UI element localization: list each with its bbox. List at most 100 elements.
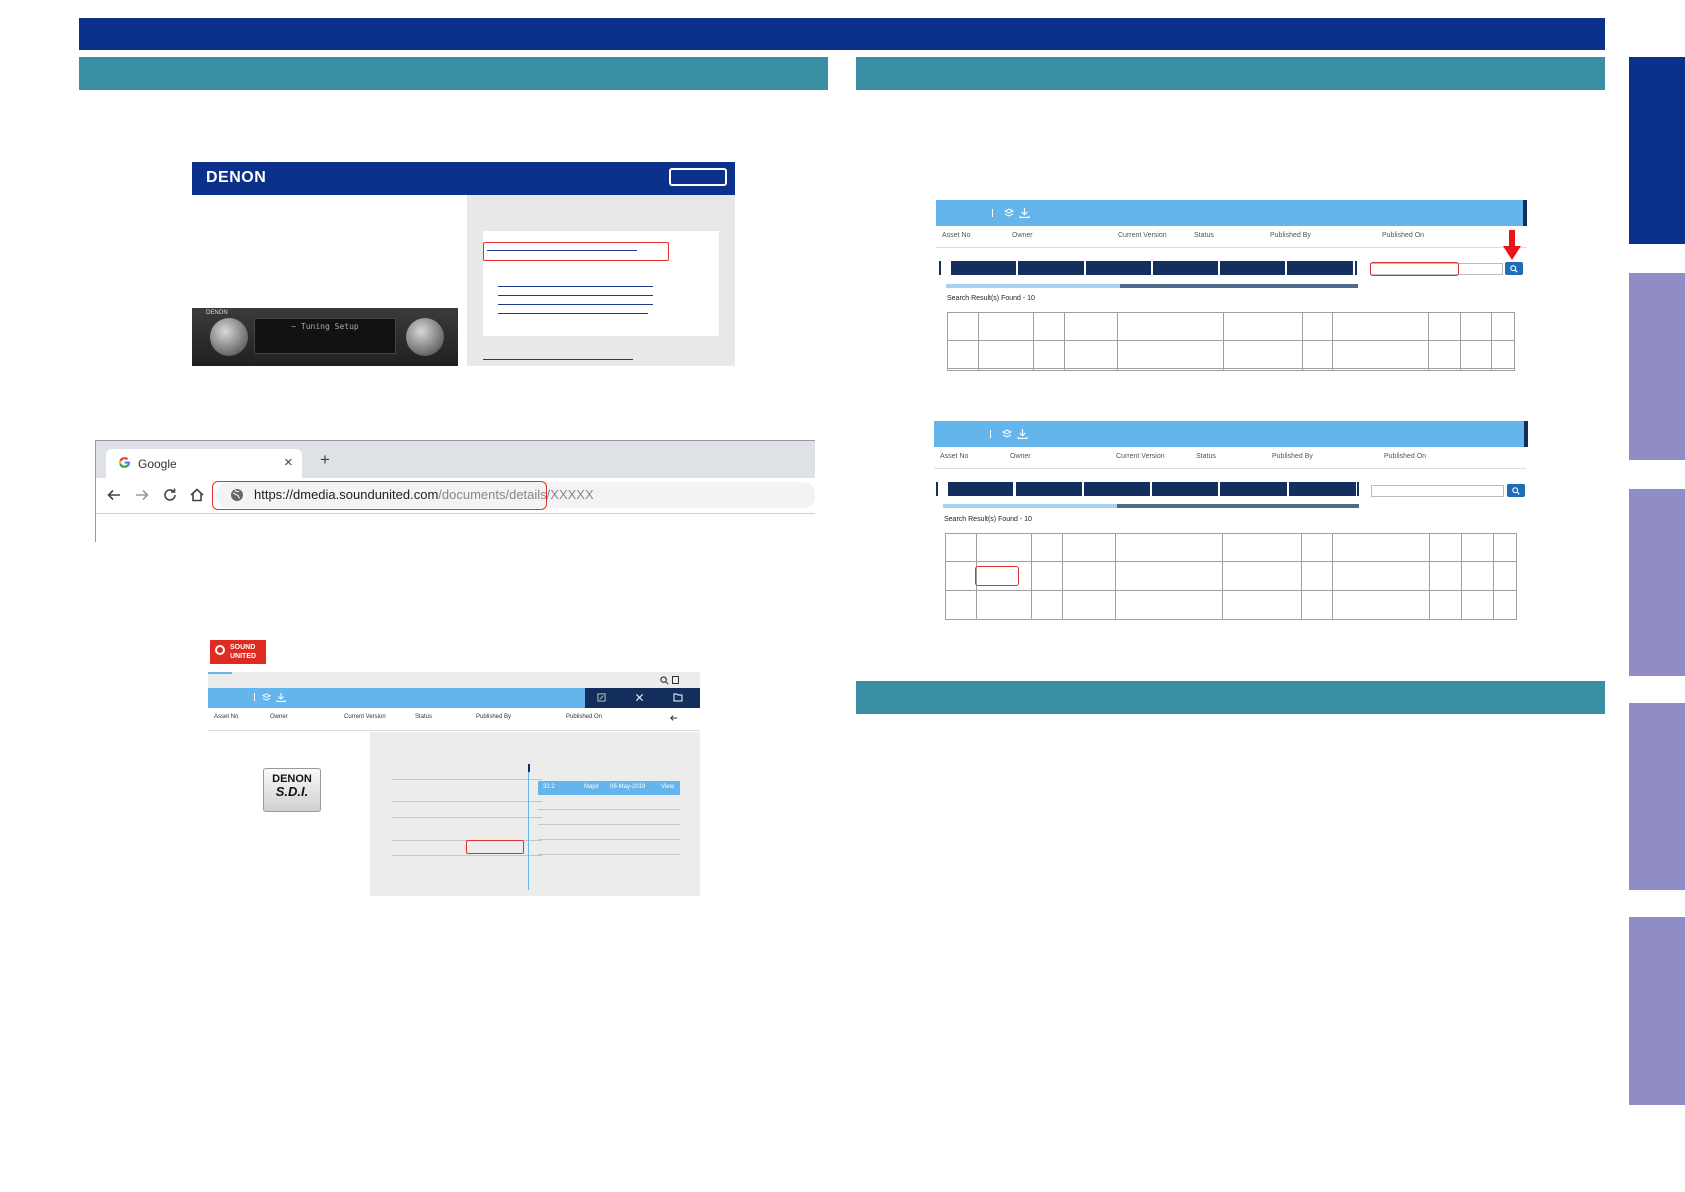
home-icon[interactable] bbox=[189, 487, 205, 503]
side-tab-3[interactable] bbox=[1629, 489, 1685, 676]
dm-top-nav-3[interactable] bbox=[1086, 261, 1151, 275]
receiver-display-text: ~ Tuning Setup bbox=[291, 322, 359, 331]
dm-bottom-nav-1[interactable] bbox=[948, 482, 1013, 496]
dm-top-col-current-version: Current Version bbox=[1118, 232, 1167, 239]
dm-bottom-progress-dark bbox=[1117, 504, 1359, 508]
google-icon bbox=[118, 457, 130, 468]
denon-header-button[interactable] bbox=[669, 168, 727, 186]
dm-top-title-bar bbox=[936, 200, 1523, 226]
dm-bottom-search-button[interactable] bbox=[1507, 484, 1525, 497]
highlight-box bbox=[483, 242, 669, 261]
search-input-highlight-box bbox=[1370, 262, 1459, 276]
document-link-1[interactable] bbox=[498, 286, 653, 287]
dm-bottom-nav-5[interactable] bbox=[1220, 482, 1287, 496]
dm-top-bar-edge bbox=[1523, 200, 1527, 226]
search-icon[interactable] bbox=[660, 676, 669, 685]
dm-bottom-col-status: Status bbox=[1196, 453, 1216, 460]
document-link-2[interactable] bbox=[498, 295, 653, 296]
folder-icon[interactable] bbox=[673, 693, 683, 702]
side-tab-1[interactable] bbox=[1629, 57, 1685, 244]
su-detail-panel bbox=[370, 732, 700, 896]
sound-united-logo: SOUND UNITED bbox=[210, 640, 266, 664]
dm-bottom-progress-light bbox=[943, 504, 1117, 508]
new-tab-button[interactable]: + bbox=[320, 450, 330, 470]
dm-top-bar-separator bbox=[992, 209, 993, 217]
su-active-tab-indicator bbox=[208, 672, 232, 674]
detail-line-3 bbox=[392, 817, 542, 818]
denon-support-panel bbox=[467, 195, 735, 366]
su-col-current-version: Current Version bbox=[344, 714, 386, 720]
download-icon[interactable] bbox=[1019, 207, 1030, 218]
section-header-right bbox=[856, 57, 1605, 90]
dm-top-col-published-on: Published On bbox=[1382, 232, 1425, 239]
dm-bottom-nav-4[interactable] bbox=[1152, 482, 1218, 496]
document-link-4[interactable] bbox=[498, 313, 648, 314]
logo-line-2: UNITED bbox=[230, 653, 257, 660]
dm-top-progress-light bbox=[946, 284, 1120, 288]
layers-icon[interactable] bbox=[1004, 208, 1014, 218]
dm-bottom-results-table bbox=[945, 533, 1517, 620]
dm-bottom-nav-2[interactable] bbox=[1016, 482, 1082, 496]
dm-bottom-col-current-version: Current Version bbox=[1116, 453, 1165, 460]
dm-bottom-nav-end bbox=[1357, 482, 1359, 496]
su-column-headers: Asset No Owner Current Version Status Pu… bbox=[208, 710, 700, 730]
dm-top-progress-dark bbox=[1120, 284, 1358, 288]
section-header-right-lower bbox=[856, 681, 1605, 714]
version-line-2 bbox=[538, 824, 680, 825]
download-icon[interactable] bbox=[1017, 428, 1028, 439]
su-top-strip bbox=[208, 672, 700, 688]
dm-bottom-nav-3[interactable] bbox=[1084, 482, 1150, 496]
back-icon[interactable] bbox=[106, 487, 122, 503]
side-tab-4[interactable] bbox=[1629, 703, 1685, 890]
back-arrow-icon[interactable] bbox=[670, 714, 678, 722]
su-filter-icon[interactable] bbox=[672, 676, 679, 684]
dm-top-nav-4[interactable] bbox=[1153, 261, 1218, 275]
reload-icon[interactable] bbox=[162, 487, 178, 503]
dm-top-search-button[interactable] bbox=[1505, 262, 1523, 275]
denon-site-header: DENON bbox=[192, 162, 735, 195]
dm-top-nav-2[interactable] bbox=[1018, 261, 1084, 275]
version-row[interactable]: 32.2 Major 06-May-2019 View bbox=[538, 781, 680, 795]
asset-link-highlight-box bbox=[975, 566, 1019, 586]
url-highlight-box bbox=[212, 481, 547, 510]
detail-line-2 bbox=[392, 801, 542, 802]
dm-top-nav-6[interactable] bbox=[1287, 261, 1353, 275]
version-date: 06-May-2019 bbox=[610, 784, 646, 790]
browser-tab[interactable]: Google × bbox=[106, 449, 302, 478]
side-tab-2[interactable] bbox=[1629, 273, 1685, 460]
version-view-link[interactable]: View bbox=[661, 784, 674, 790]
layers-icon[interactable] bbox=[1002, 429, 1012, 439]
receiver-left-knob bbox=[210, 318, 248, 356]
dm-bottom-col-asset-no: Asset No bbox=[940, 453, 969, 460]
top-header-bar bbox=[79, 18, 1605, 50]
su-col-asset-no: Asset No bbox=[214, 714, 239, 720]
dm-bottom-search-input[interactable] bbox=[1371, 485, 1504, 497]
logo-line-1: SOUND bbox=[230, 644, 256, 651]
dm-top-nav-5[interactable] bbox=[1220, 261, 1285, 275]
dm-bottom-bar-edge bbox=[1524, 421, 1528, 447]
dm-bottom-nav-6[interactable] bbox=[1289, 482, 1356, 496]
su-col-status: Status bbox=[415, 714, 433, 720]
su-col-published-on: Published On bbox=[566, 714, 603, 720]
dm-bottom-results-count: Search Result(s) Found - 10 bbox=[944, 516, 1032, 523]
su-col-owner: Owner bbox=[270, 714, 288, 720]
edit-icon[interactable] bbox=[597, 693, 606, 702]
layers-icon[interactable] bbox=[262, 693, 271, 702]
dm-bottom-bar-separator bbox=[990, 430, 991, 438]
dm-top-results-table bbox=[947, 312, 1515, 371]
search-icon bbox=[1512, 487, 1520, 495]
close-icon[interactable]: × bbox=[284, 454, 293, 471]
dm-top-col-status: Status bbox=[1194, 232, 1214, 239]
dm-top-nav-1[interactable] bbox=[951, 261, 1016, 275]
tab-title: Google bbox=[138, 457, 177, 471]
download-icon[interactable] bbox=[276, 692, 286, 702]
receiver-display: ~ Tuning Setup bbox=[254, 318, 396, 354]
browser-window: Google × + https://dmedia.soundunited.co… bbox=[95, 440, 815, 542]
side-tab-5[interactable] bbox=[1629, 917, 1685, 1105]
dm-top-nav-end bbox=[1355, 261, 1357, 275]
document-link-3[interactable] bbox=[498, 304, 653, 305]
footer-link[interactable] bbox=[483, 359, 633, 360]
close-icon[interactable] bbox=[635, 693, 644, 702]
forward-icon[interactable] bbox=[134, 487, 150, 503]
su-bar-separator bbox=[254, 693, 255, 701]
